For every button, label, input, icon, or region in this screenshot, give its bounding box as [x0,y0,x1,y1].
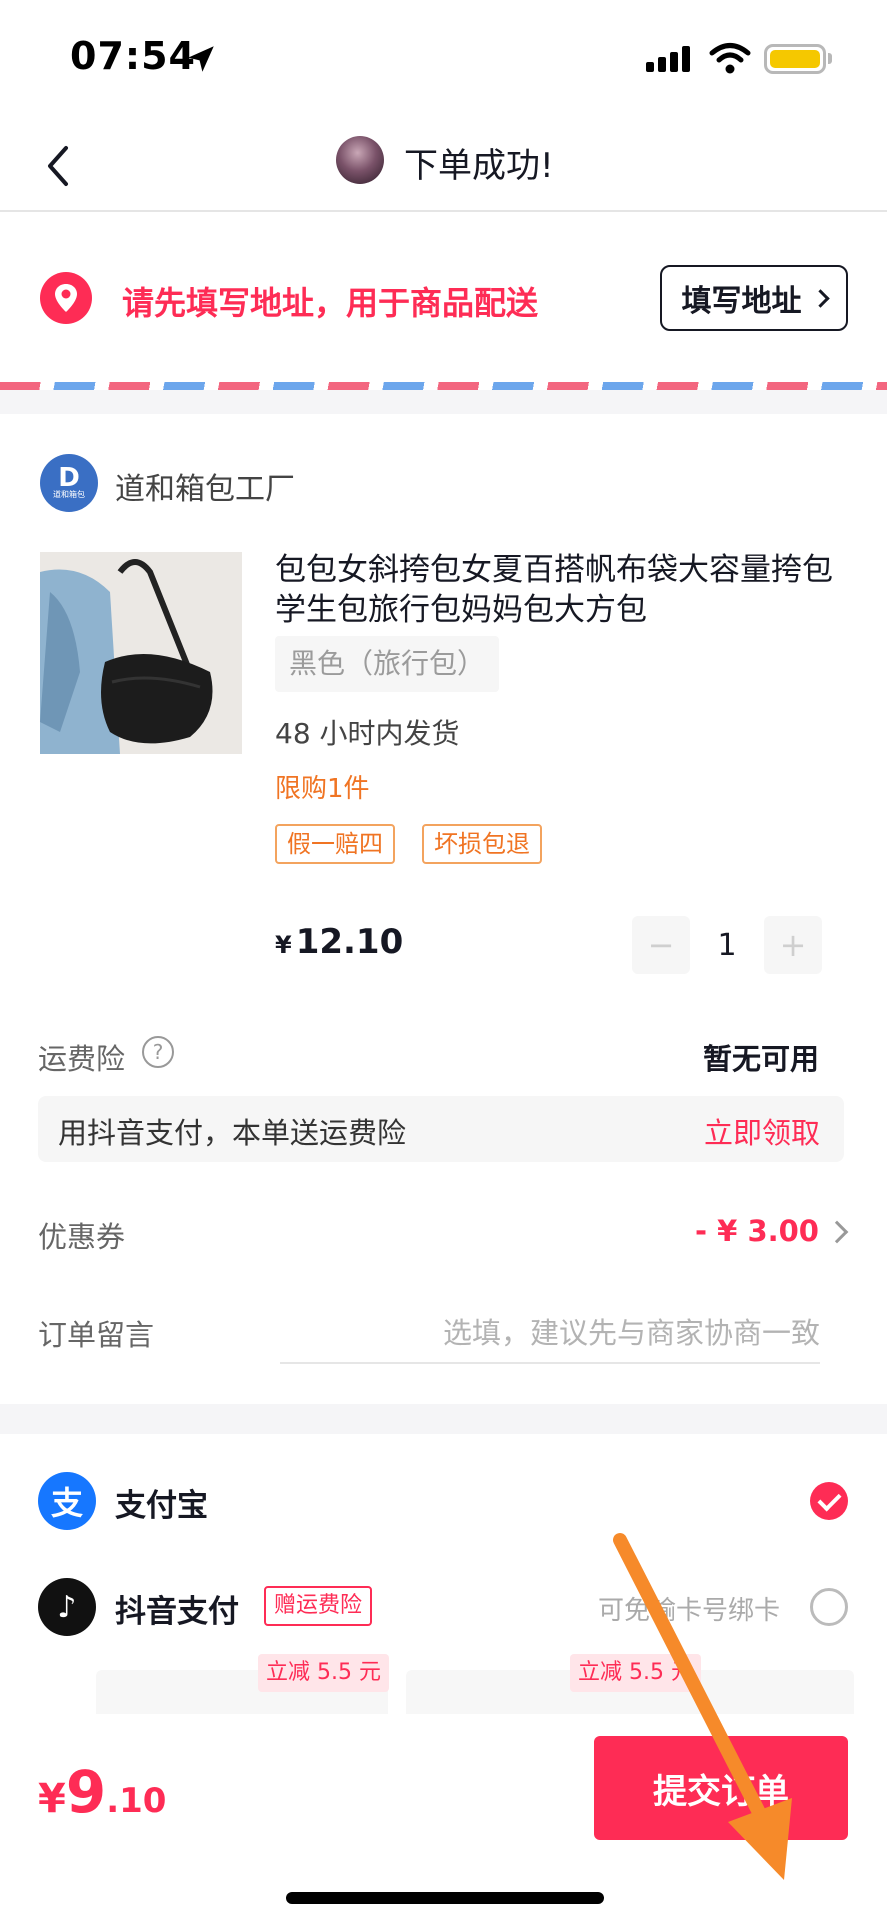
quantity-value[interactable]: 1 [690,916,764,974]
product-title[interactable]: 包包女斜挎包女夏百搭帆布袋大容量挎包学生包旅行包妈妈包大方包 [275,550,835,630]
price-currency: ¥ [275,931,292,959]
insurance-promo-text: 用抖音支付，本单送运费险 [58,1116,407,1150]
card-discount-badge: 立减 5.5 元 [258,1654,389,1692]
quantity-decrease-button[interactable]: − [632,916,690,974]
insurance-promo: 用抖音支付，本单送运费险 立即领取 [38,1096,844,1162]
shop-logo-letter: D [58,463,80,493]
shipping-insurance-value: 暂无可用 [702,1042,819,1076]
total-decimal: .10 [106,1781,167,1821]
coupon-value[interactable]: - ¥ 3.00 [695,1214,819,1248]
status-bar: 07:54 [0,0,887,118]
chevron-right-icon [810,288,830,308]
total-price: ¥9.10 [38,1758,166,1826]
battery-tip [828,53,832,64]
claim-insurance-link[interactable]: 立即领取 [704,1110,820,1152]
service-tag: 假一赔四 [275,824,395,864]
fill-address-label: 填写地址 [681,284,802,319]
product-sku[interactable]: 黑色（旅行包） [275,636,500,692]
quantity-increase-button[interactable]: + [764,916,822,974]
alipay-icon: 支 [38,1472,96,1530]
section-gap [0,1404,887,1434]
shop-name[interactable]: 道和箱包工厂 [115,464,295,508]
payment-methods: 支 支付宝 ♪ 抖音支付 赠运费险 可免输卡号绑卡 立减 5.5 元 立减 5.… [0,1434,887,1734]
order-note-label: 订单留言 [38,1318,155,1352]
coupon-label: 优惠券 [38,1220,126,1254]
shop-logo[interactable]: D 道和箱包 [40,454,98,512]
douyin-pay-radio[interactable] [810,1588,848,1626]
service-tag: 坏损包退 [422,824,542,864]
home-indicator [286,1892,604,1904]
order-note-input[interactable] [280,1304,820,1364]
checkout-bar: ¥9.10 提交订单 [0,1714,887,1920]
location-pin-icon [40,272,92,324]
back-arrow-icon[interactable] [40,142,76,190]
wifi-icon [709,43,751,74]
product-image[interactable] [40,552,242,754]
cellular-signal-icon [646,46,692,72]
card-discount-badge: 立减 5.5 元 [570,1654,701,1692]
airmail-divider [0,382,887,390]
alipay-label[interactable]: 支付宝 [115,1480,208,1525]
douyin-pay-label[interactable]: 抖音支付 [115,1586,239,1631]
total-currency: ¥ [38,1776,66,1822]
douyin-pay-badge: 赠运费险 [264,1586,373,1626]
price-value: 12.10 [295,922,404,962]
chevron-right-icon[interactable] [825,1220,849,1244]
order-card: D 道和箱包 道和箱包工厂 包包女斜挎包女夏百搭帆布袋大容量挎包学生包旅行包妈妈… [0,414,887,1404]
section-gap [0,390,887,414]
avatar [336,136,384,184]
fill-address-button[interactable]: 填写地址 [660,265,848,331]
shipping-insurance-label: 运费险 [38,1042,126,1076]
purchase-limit: 限购1件 [275,774,370,804]
status-time: 07:54 [70,34,196,78]
alipay-radio-checked[interactable] [810,1482,848,1520]
address-prompt: 请先填写地址，用于商品配送 [122,284,539,322]
douyin-bind-hint: 可免输卡号绑卡 [598,1596,781,1626]
shop-logo-text: 道和箱包 [53,490,85,499]
battery-icon [764,44,826,74]
shipping-time: 48 小时内发货 [275,717,460,750]
help-icon[interactable]: ? [142,1036,174,1068]
submit-order-button[interactable]: 提交订单 [594,1736,848,1840]
product-price: ¥12.10 [275,922,403,962]
location-arrow-icon [188,46,214,72]
address-section: 请先填写地址，用于商品配送 填写地址 [0,212,887,382]
page-title: 下单成功! [404,146,554,186]
nav-bar: 下单成功! [0,118,887,212]
total-integer: 9 [65,1758,107,1826]
douyin-pay-icon: ♪ [38,1578,96,1636]
